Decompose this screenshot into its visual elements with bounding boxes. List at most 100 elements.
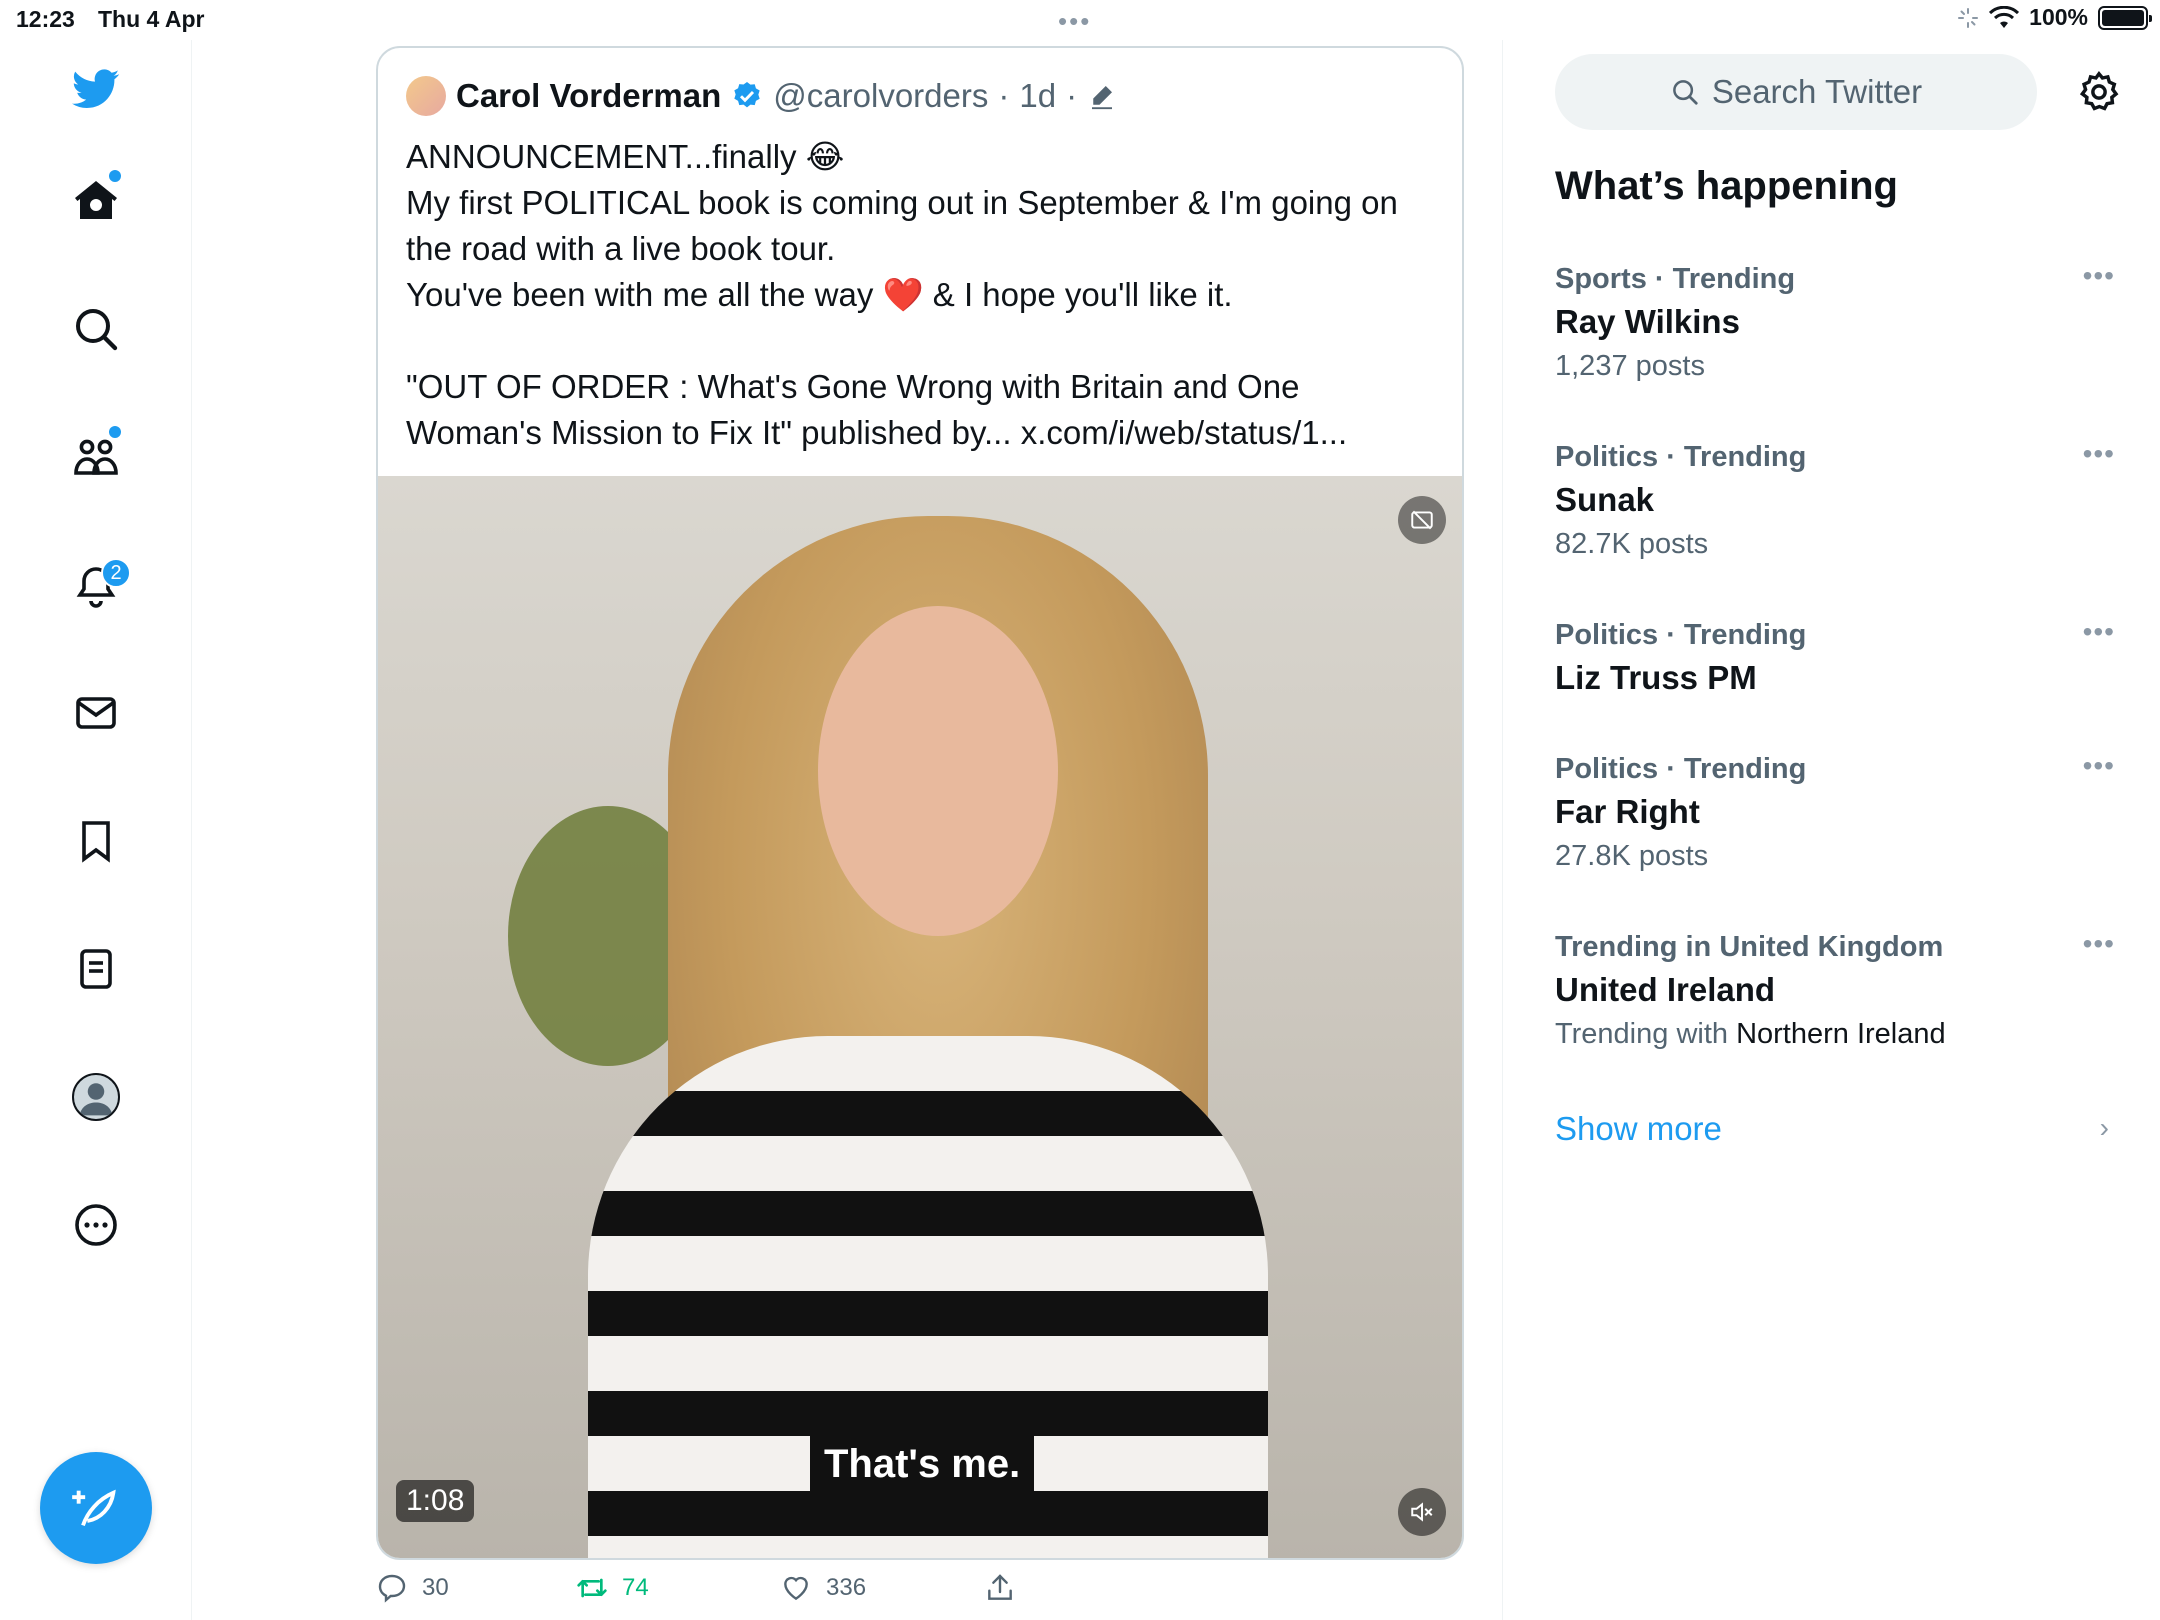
- reply-button[interactable]: 30: [376, 1572, 449, 1604]
- home-unread-dot: [109, 170, 121, 182]
- status-bar: 12:23 Thu 4 Apr ••• 100%: [0, 0, 2160, 40]
- edited-pencil-icon[interactable]: [1087, 81, 1117, 111]
- nav-messages[interactable]: [55, 672, 137, 754]
- tweet-text-line: You've been with me all the way ❤️ & I h…: [406, 276, 1233, 313]
- status-indicators: 100%: [1957, 4, 2152, 31]
- nav-more[interactable]: [55, 1184, 137, 1266]
- communities-unread-dot: [109, 426, 121, 438]
- status-date: Thu 4 Apr: [98, 6, 205, 32]
- trend-name: Liz Truss PM: [1555, 659, 1757, 696]
- tweet-text-line: [406, 318, 1436, 364]
- nav-explore[interactable]: [55, 288, 137, 370]
- search-input[interactable]: Search Twitter: [1555, 54, 2037, 130]
- wifi-icon: [1989, 5, 2020, 28]
- gear-icon: [2079, 70, 2119, 111]
- multitasking-dots-icon[interactable]: •••: [1058, 6, 1091, 37]
- tweet-actions: 30 74 336: [376, 1572, 1464, 1620]
- tweet-age[interactable]: 1d: [1019, 77, 1056, 115]
- nav-notifications[interactable]: 2: [55, 544, 137, 626]
- trend-name: Sunak: [1555, 481, 1655, 518]
- trend-post-count: 27.8K posts: [1555, 840, 1709, 872]
- retweet-count: 74: [622, 1574, 649, 1601]
- mute-button[interactable]: [1398, 1488, 1446, 1536]
- tweet-card[interactable]: Carol Vorderman @carolvorders · 1d · ANN…: [376, 46, 1464, 1560]
- trend-related-topic: Northern Ireland: [1736, 1018, 1946, 1050]
- notifications-count-badge: 2: [101, 558, 131, 588]
- retweet-button[interactable]: 74: [576, 1572, 649, 1604]
- mail-icon: [76, 697, 116, 729]
- share-button[interactable]: [984, 1572, 1016, 1604]
- battery-icon: [2098, 5, 2152, 30]
- header-separator: ·: [998, 77, 1010, 114]
- trend-post-count: 82.7K posts: [1555, 528, 1709, 560]
- settings-button[interactable]: [2071, 64, 2127, 120]
- tweet-video[interactable]: That's me. 1:08: [378, 476, 1462, 1558]
- show-more-label: Show more: [1555, 1110, 1722, 1147]
- whats-happening-title: What’s happening: [1555, 164, 1898, 208]
- trend-meta: Trending in United Kingdom: [1555, 931, 1944, 963]
- trend-more-options-icon[interactable]: •••: [2083, 616, 2115, 648]
- speaker-muted-icon: [1411, 1502, 1433, 1522]
- bookmark-icon: [82, 821, 110, 863]
- video-caption: That's me.: [810, 1436, 1035, 1493]
- trend-more-options-icon[interactable]: •••: [2083, 438, 2115, 470]
- profile-avatar-icon: [72, 1073, 120, 1121]
- trend-name: Far Right: [1555, 793, 1700, 830]
- like-button[interactable]: 336: [780, 1572, 866, 1604]
- trend-name: Ray Wilkins: [1555, 303, 1740, 340]
- captions-icon: [1411, 510, 1433, 530]
- trend-more-options-icon[interactable]: •••: [2083, 260, 2115, 292]
- lists-icon: [80, 949, 112, 989]
- nav-bookmarks[interactable]: [55, 800, 137, 882]
- nav-lists[interactable]: [55, 928, 137, 1010]
- trend-post-count: 1,237 posts: [1555, 350, 1705, 382]
- status-time: 12:23: [16, 6, 75, 32]
- reply-icon: [378, 1574, 406, 1603]
- tweet-author-name[interactable]: Carol Vorderman: [456, 77, 721, 115]
- verified-badge-icon: [734, 82, 760, 108]
- show-more-link[interactable]: Show more ›: [1555, 1110, 2115, 1148]
- tweet-text-line: ANNOUNCEMENT...finally 😂: [406, 138, 845, 175]
- like-count: 336: [826, 1574, 867, 1601]
- left-navigation: 2: [0, 40, 192, 1620]
- twitter-logo-icon[interactable]: [55, 48, 137, 130]
- search-icon: [76, 309, 118, 351]
- home-icon: [75, 181, 117, 219]
- search-placeholder: Search Twitter: [1711, 73, 1923, 110]
- trend-item[interactable]: Politics · Trending Sunak 82.7K posts ••…: [1555, 438, 2115, 564]
- trend-item[interactable]: Politics · Trending Liz Truss PM •••: [1555, 616, 2115, 702]
- trend-item[interactable]: Politics · Trending Far Right 27.8K post…: [1555, 750, 2115, 876]
- trend-meta: Sports · Trending: [1555, 263, 1796, 295]
- trend-item[interactable]: Sports · Trending Ray Wilkins 1,237 post…: [1555, 260, 2115, 386]
- trend-more-options-icon[interactable]: •••: [2083, 928, 2115, 960]
- trend-related-prefix: Trending with: [1555, 1018, 1729, 1050]
- captions-button[interactable]: [1398, 496, 1446, 544]
- battery-percentage: 100%: [2029, 4, 2088, 30]
- trend-name: United Ireland: [1555, 971, 1776, 1008]
- nav-profile[interactable]: [55, 1056, 137, 1138]
- video-duration: 1:08: [396, 1480, 475, 1522]
- right-sidebar: Search Twitter What’s happening Sports ·…: [1502, 40, 2160, 1620]
- chevron-right-icon: ›: [2099, 1112, 2109, 1143]
- trend-more-options-icon[interactable]: •••: [2083, 750, 2115, 782]
- trend-meta: Politics · Trending: [1555, 441, 1807, 473]
- trend-meta: Politics · Trending: [1555, 753, 1807, 785]
- nav-communities[interactable]: [55, 416, 137, 498]
- nav-home[interactable]: [55, 160, 137, 242]
- tweet-text-line: My first POLITICAL book is coming out in…: [406, 184, 1398, 267]
- loading-spinner-icon: [1958, 7, 1979, 28]
- video-frame-face: [818, 606, 1058, 936]
- header-separator-2: ·: [1066, 77, 1078, 114]
- reply-count: 30: [422, 1574, 449, 1601]
- tweet-author-avatar[interactable]: [406, 76, 446, 116]
- compose-tweet-button[interactable]: [40, 1452, 152, 1564]
- more-circle-icon: [75, 1204, 117, 1246]
- heart-icon: [784, 1576, 808, 1601]
- search-icon: [1672, 80, 1698, 105]
- tweet-header: Carol Vorderman @carolvorders · 1d ·: [406, 76, 1117, 116]
- tweet-text: ANNOUNCEMENT...finally 😂 My first POLITI…: [406, 134, 1436, 456]
- trend-item[interactable]: Trending in United Kingdom United Irelan…: [1555, 928, 2115, 1054]
- retweet-icon: [577, 1578, 607, 1598]
- tweet-author-handle[interactable]: @carolvorders: [773, 77, 988, 115]
- tweet-text-line[interactable]: "OUT OF ORDER : What's Gone Wrong with B…: [406, 364, 1436, 456]
